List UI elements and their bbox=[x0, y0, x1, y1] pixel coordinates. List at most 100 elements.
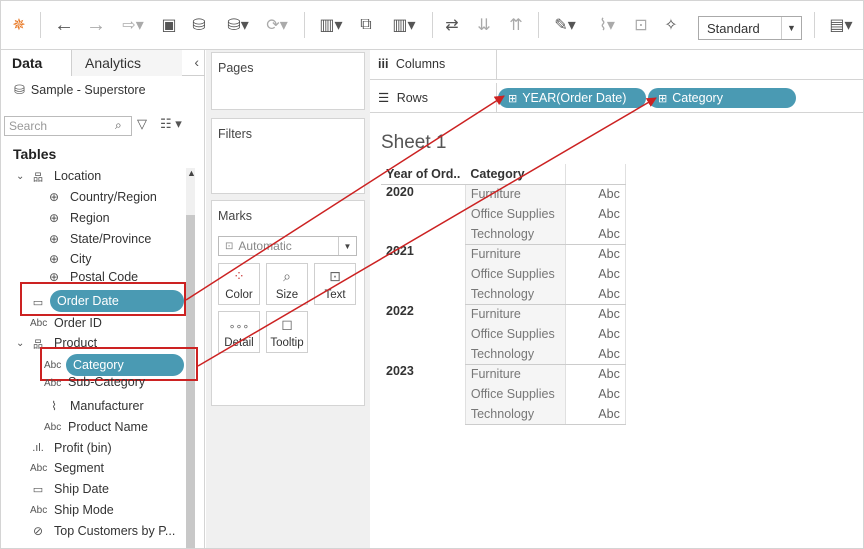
year-cell[interactable]: 2023 bbox=[381, 364, 465, 424]
category-cell[interactable]: Furniture bbox=[464, 244, 566, 264]
value-cell[interactable]: Abc bbox=[564, 184, 626, 204]
field-country[interactable]: ⊕ Country/Region bbox=[46, 187, 157, 207]
year-cell[interactable]: 2020 bbox=[381, 184, 465, 244]
tab-data[interactable]: Data bbox=[0, 50, 72, 76]
value-cell[interactable]: Abc bbox=[564, 324, 626, 344]
value-cell[interactable]: Abc bbox=[564, 304, 626, 324]
category-cell[interactable]: Furniture bbox=[464, 304, 566, 324]
field-top-customers[interactable]: ⊘ Top Customers by P... bbox=[30, 521, 175, 541]
category-cell[interactable]: Office Supplies bbox=[464, 264, 566, 284]
new-datasource-icon[interactable]: ⛁ bbox=[188, 14, 210, 36]
field-ship-mode[interactable]: Abc Ship Mode bbox=[30, 500, 114, 520]
year-cell[interactable]: 2022 bbox=[381, 304, 465, 364]
value-cell[interactable]: Abc bbox=[564, 204, 626, 224]
collapse-pane-icon[interactable]: ‹ bbox=[194, 54, 199, 70]
category-cell[interactable]: Furniture bbox=[464, 364, 566, 384]
abc-type-icon: Abc bbox=[30, 317, 48, 329]
clear-sheet-icon[interactable]: ▥▾ bbox=[384, 14, 424, 36]
category-cell[interactable]: Office Supplies bbox=[464, 324, 566, 344]
category-cell[interactable]: Office Supplies bbox=[464, 204, 566, 224]
field-order-id[interactable]: Abc Order ID bbox=[30, 313, 102, 333]
field-profit-bin[interactable]: .ıl. Profit (bin) bbox=[30, 438, 111, 458]
columns-label-text: Columns bbox=[395, 57, 446, 71]
pin-icon[interactable]: ✧ bbox=[660, 14, 682, 36]
abc-type-icon: Abc bbox=[44, 421, 62, 433]
undo-icon[interactable]: ← bbox=[52, 14, 76, 36]
sort-ascending-icon[interactable]: ⇊ bbox=[472, 14, 496, 36]
value-cell[interactable]: Abc bbox=[564, 264, 626, 284]
value-cell[interactable]: Abc bbox=[564, 404, 626, 425]
category-cell[interactable]: Technology bbox=[464, 344, 566, 365]
filter-icon[interactable]: ▽ bbox=[137, 116, 147, 132]
table-header-row: Year of Ord.. Category bbox=[381, 164, 626, 185]
field-city[interactable]: ⊕ City bbox=[46, 249, 92, 269]
field-region[interactable]: ⊕ Region bbox=[46, 208, 110, 228]
category-cell[interactable]: Technology bbox=[464, 284, 566, 305]
refresh-icon[interactable]: ⟳▾ bbox=[258, 14, 296, 36]
value-cell[interactable]: Abc bbox=[564, 284, 626, 305]
value-cell[interactable]: Abc bbox=[564, 244, 626, 264]
category-cell[interactable]: Office Supplies bbox=[464, 384, 566, 404]
redo-icon[interactable]: → bbox=[84, 14, 108, 36]
search-input[interactable]: Search bbox=[4, 116, 132, 136]
filters-card-title: Filters bbox=[218, 127, 253, 141]
category-cell[interactable]: Technology bbox=[464, 404, 566, 425]
header-category[interactable]: Category bbox=[465, 164, 566, 185]
year-cell[interactable]: 2021 bbox=[381, 244, 465, 304]
value-cell[interactable]: Abc bbox=[564, 224, 626, 245]
size-button[interactable]: ⌕ Size bbox=[266, 263, 308, 305]
value-cell[interactable]: Abc bbox=[564, 364, 626, 384]
chevron-down-icon: ▼ bbox=[781, 17, 801, 39]
field-label: Ship Mode bbox=[54, 503, 114, 517]
swap-icon[interactable]: ⇄ bbox=[440, 14, 464, 36]
table-row: 2023 Furniture Abc bbox=[381, 364, 626, 384]
mark-type-icon: ⊡ bbox=[225, 240, 234, 252]
set-icon: ⊘ bbox=[32, 524, 44, 538]
rows-pill-category[interactable]: ⊞ Category bbox=[648, 88, 796, 108]
field-label: Sub-Category bbox=[68, 375, 146, 389]
replay-icon[interactable]: ⇨▾ bbox=[114, 14, 152, 36]
value-cell[interactable]: Abc bbox=[564, 344, 626, 365]
field-label: Manufacturer bbox=[70, 399, 144, 413]
pause-updates-icon[interactable]: ⛁▾ bbox=[218, 14, 258, 36]
field-segment[interactable]: Abc Segment bbox=[30, 458, 104, 478]
datasource-name: Sample - Superstore bbox=[30, 83, 146, 97]
tableau-logo-icon[interactable]: ✵ bbox=[8, 14, 30, 36]
category-cell[interactable]: Furniture bbox=[464, 184, 566, 204]
scrollbar-thumb[interactable] bbox=[186, 215, 195, 549]
rows-pill-year-order-date[interactable]: ⊞ YEAR(Order Date) bbox=[498, 88, 646, 108]
new-worksheet-icon[interactable]: ▥▾ bbox=[312, 14, 350, 36]
sort-descending-icon[interactable]: ⇈ bbox=[504, 14, 528, 36]
pages-card[interactable]: Pages bbox=[211, 52, 365, 110]
field-manufacturer[interactable]: ⌇ Manufacturer bbox=[46, 396, 144, 416]
field-postal-code[interactable]: ⊕ Postal Code bbox=[46, 270, 138, 282]
field-ship-date[interactable]: ▭ Ship Date bbox=[30, 479, 109, 499]
header-year[interactable]: Year of Ord.. bbox=[381, 164, 466, 185]
tab-analytics[interactable]: Analytics bbox=[72, 50, 182, 76]
field-sub-category[interactable]: Abc Sub-Category bbox=[44, 375, 145, 389]
field-product-name[interactable]: Abc Product Name bbox=[44, 417, 148, 437]
group-members-icon[interactable]: ⌇▾ bbox=[590, 14, 624, 36]
filters-card[interactable]: Filters bbox=[211, 118, 365, 194]
scroll-up-icon[interactable]: ▲ bbox=[187, 168, 196, 178]
detail-button[interactable]: ∘∘∘ Detail bbox=[218, 311, 260, 353]
datasource-item[interactable]: ⛁ Sample - Superstore bbox=[14, 82, 146, 98]
text-button[interactable]: ⊡ Text bbox=[314, 263, 356, 305]
tooltip-button[interactable]: ◻ Tooltip bbox=[266, 311, 308, 353]
color-button[interactable]: ⁘ Color bbox=[218, 263, 260, 305]
fit-select[interactable]: Standard ▼ bbox=[698, 16, 802, 40]
view-options-icon[interactable]: ☷ ▾ bbox=[160, 116, 182, 132]
duplicate-icon[interactable]: ⧉ bbox=[354, 14, 378, 36]
value-cell[interactable]: Abc bbox=[564, 384, 626, 404]
size-button-label: Size bbox=[275, 289, 299, 301]
columns-shelf[interactable]: iii Columns bbox=[370, 50, 864, 80]
mark-type-select[interactable]: ⊡ Automatic ▼ bbox=[218, 236, 357, 256]
group-location[interactable]: ⌄ 品 Location bbox=[16, 166, 101, 186]
field-state[interactable]: ⊕ State/Province bbox=[46, 229, 151, 249]
text-table: Year of Ord.. Category 2020 Furniture Ab… bbox=[381, 164, 626, 425]
highlight-icon[interactable]: ✎▾ bbox=[548, 14, 582, 36]
save-icon[interactable]: ▣ bbox=[158, 14, 180, 36]
show-me-icon[interactable]: ▤▾ bbox=[826, 14, 856, 36]
category-cell[interactable]: Technology bbox=[464, 224, 566, 245]
show-labels-icon[interactable]: ⊡ bbox=[630, 14, 652, 36]
